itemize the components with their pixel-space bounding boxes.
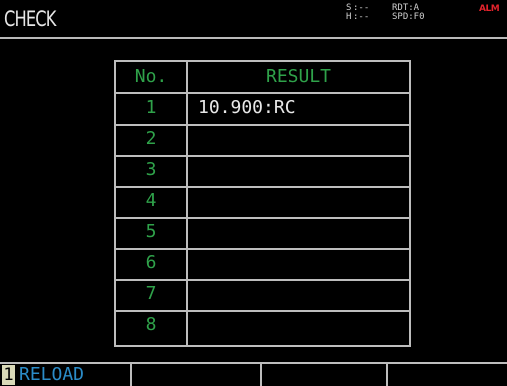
reload-label: RELOAD: [19, 364, 85, 385]
function-key-1[interactable]: 1 RELOAD: [0, 364, 130, 386]
row-divider: [116, 124, 409, 126]
row-number-7: 7: [145, 283, 157, 304]
row-divider: [116, 92, 409, 94]
row-divider: [116, 186, 409, 188]
row-number-4: 4: [145, 190, 157, 211]
row-divider: [116, 217, 409, 219]
status-label-h: H: [346, 12, 352, 22]
row-number-3: 3: [145, 159, 157, 180]
screen-header: CHECK S H :-- :-- RDT:A SPD:F0 ALM: [0, 0, 507, 39]
alarm-indicator: ALM: [479, 4, 500, 14]
row-divider: [116, 310, 409, 312]
result-table: No. RESULT 1 10.900:RC 2 3 4 5 6 7 8: [114, 60, 411, 347]
function-key-3[interactable]: [260, 364, 386, 386]
row-divider: [116, 279, 409, 281]
row-result-1: 10.900:RC: [198, 97, 296, 118]
function-key-bar: 1 RELOAD: [0, 362, 507, 386]
status-values: :-- :--: [353, 4, 369, 22]
status-value-h: :--: [353, 12, 370, 22]
row-number-5: 5: [145, 221, 157, 242]
row-number-6: 6: [145, 252, 157, 273]
column-header-no: No.: [134, 66, 168, 87]
status-labels: S H: [346, 4, 351, 22]
function-key-2[interactable]: [130, 364, 260, 386]
row-divider: [116, 248, 409, 250]
row-number-1: 1: [145, 97, 157, 118]
header-divider: [0, 37, 507, 39]
function-key-number: 1: [2, 365, 15, 385]
function-key-4[interactable]: [386, 364, 507, 386]
screen-title: CHECK: [4, 7, 56, 31]
status-spd: SPD:F0: [392, 12, 425, 22]
row-divider: [116, 155, 409, 157]
status-settings: RDT:A SPD:F0: [392, 4, 425, 22]
row-number-2: 2: [145, 128, 157, 149]
column-header-result: RESULT: [265, 66, 332, 87]
row-number-8: 8: [145, 314, 157, 335]
